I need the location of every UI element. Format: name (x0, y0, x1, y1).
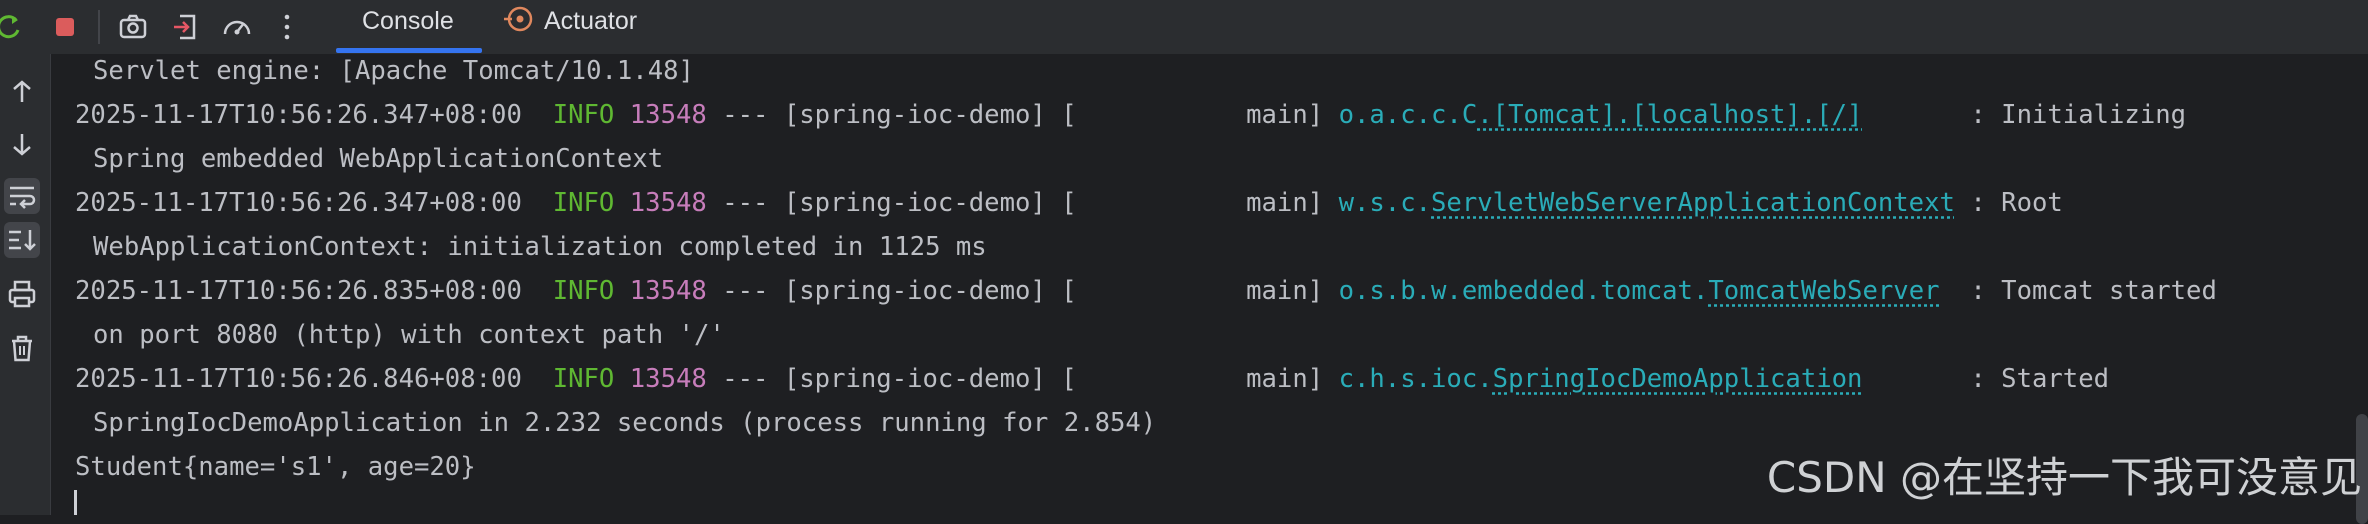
scroll-to-end-icon[interactable] (4, 222, 40, 258)
log-separator: : (1862, 364, 2001, 394)
log-message: Root (2001, 188, 2063, 218)
logger-name: o.a.c.c.C (1339, 100, 1478, 130)
log-separator: : (1955, 188, 2001, 218)
log-pid: 13548 (630, 364, 707, 394)
log-pid: 13548 (630, 188, 707, 218)
tab-console-label: Console (362, 7, 454, 35)
log-continuation: SpringIocDemoApplication in 2.232 second… (93, 408, 1156, 438)
logger-link[interactable]: SpringIocDemoApplication (1493, 364, 1863, 394)
log-pid: 13548 (630, 276, 707, 306)
logger-name: w.s.c. (1339, 188, 1431, 218)
program-output: Student{name='s1', age=20} (75, 452, 476, 482)
log-level: INFO (553, 364, 615, 394)
log-continuation: WebApplicationContext: initialization co… (93, 232, 987, 262)
toolbar-separator (98, 10, 100, 44)
log-message: Started (2001, 364, 2109, 394)
log-separator: : (1940, 276, 2002, 306)
console-line: Servlet engine: [Apache Tomcat/10.1.48] (93, 56, 694, 86)
logger-link[interactable]: TomcatWebServer (1708, 276, 1939, 306)
log-timestamp: 2025-11-17T10:56:26.835+08:00 (75, 276, 522, 306)
log-thread: --- [spring-ioc-demo] [ main] (707, 276, 1339, 306)
logger-name: c.h.s.ioc. (1339, 364, 1493, 394)
exit-icon[interactable] (166, 8, 204, 46)
log-separator: : (1862, 100, 2001, 130)
log-timestamp: 2025-11-17T10:56:26.347+08:00 (75, 100, 522, 130)
stop-icon[interactable] (46, 8, 84, 46)
text-cursor (74, 490, 77, 515)
tab-actuator[interactable]: Actuator (502, 0, 637, 54)
log-message: Initializing (2001, 100, 2186, 130)
log-level: INFO (553, 188, 615, 218)
log-line-4: 2025-11-17T10:56:26.846+08:00 INFO 13548… (75, 364, 2109, 394)
log-text: on port 8080 (http) with context path '/… (93, 320, 725, 350)
log-text: Spring embedded WebApplicationContext (93, 144, 663, 174)
log-thread: --- [spring-ioc-demo] [ main] (707, 364, 1339, 394)
log-text: WebApplicationContext: initialization co… (93, 232, 987, 262)
log-pid: 13548 (630, 100, 707, 130)
log-line-2: 2025-11-17T10:56:26.347+08:00 INFO 13548… (75, 188, 2063, 218)
log-continuation: Spring embedded WebApplicationContext (93, 144, 663, 174)
logger-name: o.s.b.w.embedded.tomcat. (1339, 276, 1709, 306)
log-level: INFO (553, 100, 615, 130)
dashboard-icon[interactable] (218, 8, 256, 46)
console-sidebar (0, 54, 51, 515)
screenshot-icon[interactable] (114, 8, 152, 46)
print-icon[interactable] (4, 276, 40, 312)
log-thread: --- [spring-ioc-demo] [ main] (707, 100, 1339, 130)
csdn-watermark: CSDN @在坚持一下我可没意见 (1767, 444, 2362, 505)
log-text: SpringIocDemoApplication in 2.232 second… (93, 408, 1156, 438)
soft-wrap-icon[interactable] (4, 178, 40, 214)
log-line-3: 2025-11-17T10:56:26.835+08:00 INFO 13548… (75, 276, 2217, 306)
logger-link[interactable]: ServletWebServerApplicationContext (1431, 188, 1955, 218)
active-tab-indicator (336, 48, 482, 53)
clear-icon[interactable] (4, 330, 40, 366)
logger-link[interactable]: .[Tomcat].[localhost].[/] (1477, 100, 1862, 130)
log-timestamp: 2025-11-17T10:56:26.846+08:00 (75, 364, 522, 394)
log-timestamp: 2025-11-17T10:56:26.347+08:00 (75, 188, 522, 218)
rerun-icon[interactable] (0, 8, 28, 46)
log-message: Tomcat started (2001, 276, 2217, 306)
run-toolbar: Console Actuator (0, 0, 2368, 55)
more-icon[interactable] (268, 8, 306, 46)
tab-actuator-label: Actuator (544, 7, 637, 35)
scroll-up-icon[interactable] (4, 74, 40, 110)
log-level: INFO (553, 276, 615, 306)
actuator-icon (502, 2, 536, 36)
log-text: Servlet engine: [Apache Tomcat/10.1.48] (93, 56, 694, 86)
program-output-line: Student{name='s1', age=20} (75, 452, 476, 482)
log-line-1: 2025-11-17T10:56:26.347+08:00 INFO 13548… (75, 100, 2186, 130)
log-thread: --- [spring-ioc-demo] [ main] (707, 188, 1339, 218)
tab-console[interactable]: Console (362, 0, 454, 54)
log-continuation: on port 8080 (http) with context path '/… (93, 320, 725, 350)
scroll-down-icon[interactable] (4, 126, 40, 162)
